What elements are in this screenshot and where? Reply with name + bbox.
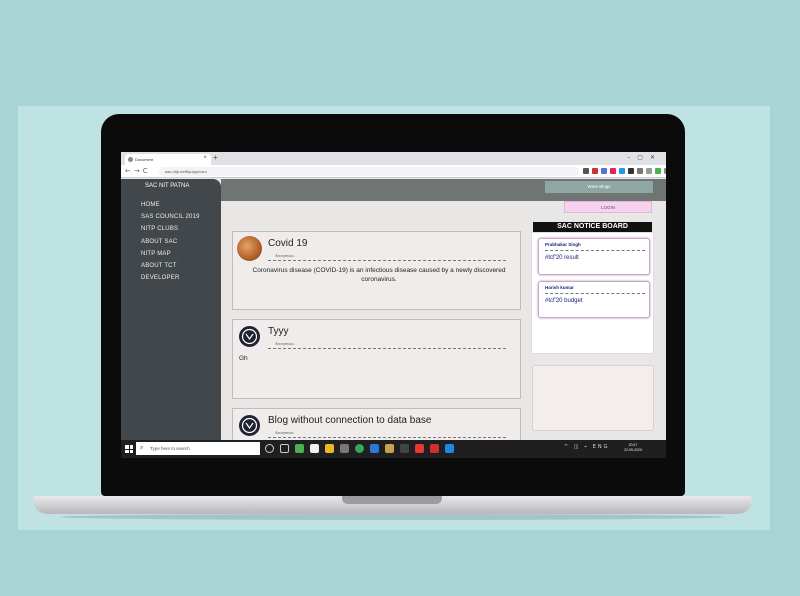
chrome-icon[interactable] xyxy=(355,444,364,453)
sidebar-item-about-sac[interactable]: ABOUT SAC xyxy=(141,239,200,251)
post-title[interactable]: Tyyy xyxy=(268,326,289,337)
sidebar-item-about-tct[interactable]: ABOUT TCT xyxy=(141,263,200,275)
laptop-base-notch xyxy=(342,496,442,504)
extension-icon[interactable] xyxy=(637,168,643,174)
avatar-icon xyxy=(237,413,262,438)
sidebar-item-nitp-map[interactable]: NITP MAP xyxy=(141,251,200,263)
post-title[interactable]: Covid 19 xyxy=(268,238,307,249)
search-placeholder: Type here to search xyxy=(150,446,190,451)
post-divider xyxy=(268,260,506,261)
vscode-icon[interactable] xyxy=(445,444,454,453)
app-icon[interactable] xyxy=(340,444,349,453)
post-divider xyxy=(268,348,506,349)
search-icon: ⌕ xyxy=(140,445,144,451)
clock-date: 22-05-2020 xyxy=(624,448,642,452)
extension-icon[interactable] xyxy=(628,168,634,174)
laptop-screen: Document × + –▢✕ ←→C sac-nitp.netlify.ap… xyxy=(121,152,666,458)
app-icon[interactable] xyxy=(295,444,304,453)
extension-icon[interactable] xyxy=(583,168,589,174)
system-tray[interactable]: ^ ◫ ⌁ ENG xyxy=(564,444,609,450)
blog-post-card[interactable]: Covid 19 Anonymous Coronavirus disease (… xyxy=(232,231,521,310)
address-bar: ←→C sac-nitp.netlify.app/com xyxy=(121,165,666,178)
sidebar-item-developer[interactable]: DEVELOPER xyxy=(141,275,200,287)
extension-icon[interactable] xyxy=(664,168,666,174)
sidebar-menu: HOME SAS COUNCIL 2019 NITP CLUBS ABOUT S… xyxy=(141,202,200,287)
post-author: Anonymous xyxy=(275,430,294,435)
laptop-shadow xyxy=(60,514,725,520)
side-panel xyxy=(532,365,654,431)
post-body: Coronavirus disease (COVID-19) is an inf… xyxy=(252,267,506,283)
tab-title: Document xyxy=(135,157,154,162)
taskbar-search-input[interactable]: ⌕ Type here to search xyxy=(136,442,260,455)
post-author: Anonymous xyxy=(275,253,294,258)
app-icon[interactable] xyxy=(385,444,394,453)
extension-icon[interactable] xyxy=(646,168,652,174)
notice-board-title: SAC NOTICE BOARD xyxy=(533,222,652,232)
url-input[interactable]: sac-nitp.netlify.app/com xyxy=(159,167,579,176)
browser-tab-bar: Document × + –▢✕ xyxy=(121,152,666,165)
app-icon[interactable] xyxy=(400,444,409,453)
write-blogs-button[interactable]: Write Blogs xyxy=(545,181,653,193)
notice-text[interactable]: #tcf'20 result xyxy=(545,255,579,261)
taskbar-clock[interactable]: 20:47 22-05-2020 xyxy=(624,443,642,453)
extension-icons xyxy=(583,168,666,174)
app-icon[interactable] xyxy=(415,444,424,453)
login-button[interactable]: LOGIN xyxy=(564,201,652,213)
windows-taskbar: ⌕ Type here to search ^ ◫ ⌁ ENG 20:47 22… xyxy=(121,440,666,458)
post-title[interactable]: Blog without connection to data base xyxy=(268,415,431,426)
task-view-icon[interactable] xyxy=(280,444,289,453)
notice-divider xyxy=(545,293,645,294)
taskbar-apps xyxy=(265,444,454,453)
avatar-icon xyxy=(237,324,262,349)
windows-logo-icon[interactable] xyxy=(125,445,133,453)
notice-card[interactable]: Prabhakar Singh #tcf'20 result xyxy=(538,238,650,275)
extension-icon[interactable] xyxy=(619,168,625,174)
notice-text[interactable]: #tcf'20 budget xyxy=(545,298,583,304)
cortana-icon[interactable] xyxy=(265,444,274,453)
notice-author: Harish kumar xyxy=(545,285,574,290)
sidebar-item-nitp-clubs[interactable]: NITP CLUBS xyxy=(141,226,200,238)
notice-author: Prabhakar Singh xyxy=(545,242,581,247)
sidebar-item-home[interactable]: HOME xyxy=(141,202,200,214)
file-explorer-icon[interactable] xyxy=(325,444,334,453)
sidebar: SAC NIT PATNA HOME SAS COUNCIL 2019 NITP… xyxy=(121,179,221,440)
notice-divider xyxy=(545,250,645,251)
extension-icon[interactable] xyxy=(610,168,616,174)
window-controls[interactable]: –▢✕ xyxy=(627,154,662,161)
blog-post-card[interactable]: Tyyy Anonymous Gh xyxy=(232,319,521,399)
post-body: Gh xyxy=(239,355,248,362)
favicon-icon xyxy=(128,157,133,162)
post-divider xyxy=(268,437,506,438)
sidebar-item-sas-council[interactable]: SAS COUNCIL 2019 xyxy=(141,214,200,226)
app-icon[interactable] xyxy=(370,444,379,453)
extension-icon[interactable] xyxy=(592,168,598,174)
extension-icon[interactable] xyxy=(655,168,661,174)
notice-card[interactable]: Harish kumar #tcf'20 budget xyxy=(538,281,650,318)
post-author: Anonymous xyxy=(275,341,294,346)
notice-board: Prabhakar Singh #tcf'20 result Harish ku… xyxy=(531,232,654,354)
site-brand[interactable]: SAC NIT PATNA xyxy=(145,183,189,189)
new-tab-button[interactable]: + xyxy=(213,153,218,162)
avatar-icon xyxy=(237,236,262,261)
store-icon[interactable] xyxy=(310,444,319,453)
website: SAC NIT PATNA HOME SAS COUNCIL 2019 NITP… xyxy=(121,179,666,448)
app-icon[interactable] xyxy=(430,444,439,453)
nav-buttons[interactable]: ←→C xyxy=(125,167,151,175)
browser-tab[interactable]: Document × xyxy=(125,154,211,165)
extension-icon[interactable] xyxy=(601,168,607,174)
close-icon[interactable]: × xyxy=(203,155,207,161)
